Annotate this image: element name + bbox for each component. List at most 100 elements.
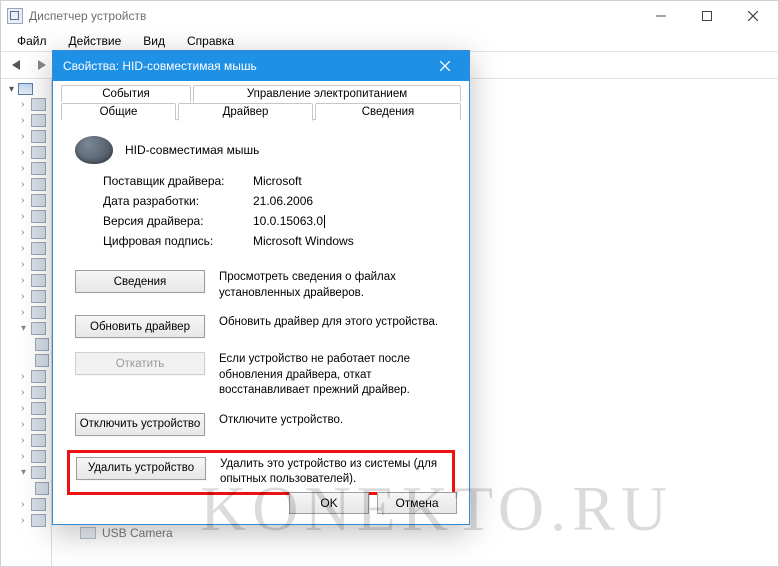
driver-provider-label: Поставщик драйвера: — [103, 174, 253, 188]
device-category-icon — [31, 226, 46, 239]
tab-driver[interactable]: Драйвер — [178, 103, 313, 121]
uninstall-highlight: Удалить устройство Удалить это устройств… — [67, 450, 455, 495]
tree-node[interactable]: › — [21, 98, 49, 111]
dialog-close-button[interactable] — [425, 51, 465, 81]
device-category-icon — [31, 130, 46, 143]
device-category-icon — [31, 370, 46, 383]
dm-menubar: Файл Действие Вид Справка — [1, 31, 778, 51]
driver-version-value: 10.0.15063.0 — [253, 214, 325, 228]
device-category-icon — [31, 386, 46, 399]
menu-action[interactable]: Действие — [61, 33, 130, 49]
ok-button[interactable]: OK — [289, 492, 369, 514]
tree-item-usb-camera[interactable]: USB Camera — [80, 526, 173, 540]
dialog-titlebar[interactable]: Свойства: HID-совместимая мышь — [53, 51, 469, 81]
update-driver-desc: Обновить драйвер для этого устройства. — [219, 315, 451, 338]
tree-node[interactable]: › — [21, 274, 49, 287]
tree-node[interactable]: › — [21, 498, 49, 511]
tree-node-expanded[interactable]: ▾ — [21, 322, 49, 335]
tab-power[interactable]: Управление электропитанием — [193, 85, 461, 102]
device-category-icon — [31, 418, 46, 431]
tree-node[interactable]: › — [21, 146, 49, 159]
tree-node[interactable]: › — [21, 306, 49, 319]
uninstall-device-button[interactable]: Удалить устройство — [76, 457, 206, 480]
rollback-driver-button: Откатить — [75, 352, 205, 375]
text-caret — [324, 215, 325, 228]
device-icon — [35, 338, 49, 351]
device-category-icon — [31, 466, 46, 479]
menu-help[interactable]: Справка — [179, 33, 242, 49]
tree-node[interactable]: › — [21, 114, 49, 127]
device-category-icon — [31, 322, 46, 335]
tree-node[interactable]: › — [21, 210, 49, 223]
computer-icon — [18, 83, 33, 95]
mouse-icon — [75, 136, 113, 164]
device-category-icon — [31, 514, 46, 527]
tree-node[interactable]: › — [21, 418, 49, 431]
device-category-icon — [31, 98, 46, 111]
maximize-button[interactable] — [684, 1, 730, 31]
device-category-icon — [31, 434, 46, 447]
arrow-left-icon — [12, 60, 20, 70]
update-driver-button[interactable]: Обновить драйвер — [75, 315, 205, 338]
tree-node[interactable]: › — [21, 402, 49, 415]
device-category-icon — [31, 210, 46, 223]
dm-titlebar[interactable]: Диспетчер устройств — [1, 1, 778, 31]
tab-events[interactable]: События — [61, 85, 191, 102]
disable-device-desc: Отключите устройство. — [219, 413, 451, 436]
tab-control: События Управление электропитанием Общие… — [61, 85, 461, 120]
tree-node[interactable]: › — [21, 130, 49, 143]
tree-leaf[interactable] — [35, 338, 49, 351]
menu-file[interactable]: Файл — [9, 33, 55, 49]
disable-device-button[interactable]: Отключить устройство — [75, 413, 205, 436]
minimize-button[interactable] — [638, 1, 684, 31]
toolbar-back-button[interactable] — [5, 54, 27, 76]
camera-icon — [80, 527, 96, 539]
tree-node[interactable]: › — [21, 386, 49, 399]
device-category-icon — [31, 178, 46, 191]
tree-node[interactable]: › — [21, 514, 49, 527]
device-category-icon — [31, 450, 46, 463]
tree-node[interactable]: › — [21, 258, 49, 271]
driver-provider-value: Microsoft — [253, 174, 302, 188]
chevron-down-icon: ▾ — [9, 84, 14, 95]
rollback-driver-desc: Если устройство не работает после обновл… — [219, 352, 451, 399]
tree-leaf[interactable] — [35, 354, 49, 367]
device-category-icon — [31, 258, 46, 271]
toolbar-forward-button[interactable] — [31, 54, 53, 76]
arrow-right-icon — [38, 60, 46, 70]
tree-node[interactable]: › — [21, 450, 49, 463]
device-icon — [35, 482, 49, 495]
device-category-icon — [31, 114, 46, 127]
close-button[interactable] — [730, 1, 776, 31]
device-category-icon — [31, 194, 46, 207]
device-category-icon — [31, 242, 46, 255]
driver-details-desc: Просмотреть сведения о файлах установлен… — [219, 270, 451, 301]
tree-node[interactable]: › — [21, 290, 49, 303]
driver-info: Поставщик драйвера: Microsoft Дата разра… — [61, 174, 461, 248]
tree-node[interactable]: › — [21, 226, 49, 239]
driver-signer-label: Цифровая подпись: — [103, 234, 253, 248]
cancel-button[interactable]: Отмена — [377, 492, 457, 514]
driver-date-label: Дата разработки: — [103, 194, 253, 208]
usb-camera-label: USB Camera — [102, 526, 173, 540]
tree-node[interactable]: › — [21, 178, 49, 191]
uninstall-device-desc: Удалить это устройство из системы (для о… — [220, 457, 446, 488]
tree-node-expanded[interactable]: ▾ — [21, 466, 49, 479]
driver-signer-value: Microsoft Windows — [253, 234, 354, 248]
tree-node[interactable]: › — [21, 162, 49, 175]
tree-root[interactable]: ▾ — [9, 83, 49, 95]
driver-details-button[interactable]: Сведения — [75, 270, 205, 293]
tree-node[interactable]: › — [21, 194, 49, 207]
tree-node[interactable]: › — [21, 434, 49, 447]
tab-general[interactable]: Общие — [61, 103, 176, 120]
tree-leaf[interactable] — [35, 482, 49, 495]
tree-node[interactable]: › — [21, 370, 49, 383]
device-category-icon — [31, 290, 46, 303]
tab-details[interactable]: Сведения — [315, 103, 461, 120]
tree-node[interactable]: › — [21, 242, 49, 255]
menu-view[interactable]: Вид — [135, 33, 173, 49]
dm-title: Диспетчер устройств — [29, 9, 146, 23]
driver-version-label: Версия драйвера: — [103, 214, 253, 228]
dm-tree[interactable]: ▾ › › › › › › › › › › › › › › ▾ › › › › … — [1, 79, 51, 566]
device-category-icon — [31, 162, 46, 175]
